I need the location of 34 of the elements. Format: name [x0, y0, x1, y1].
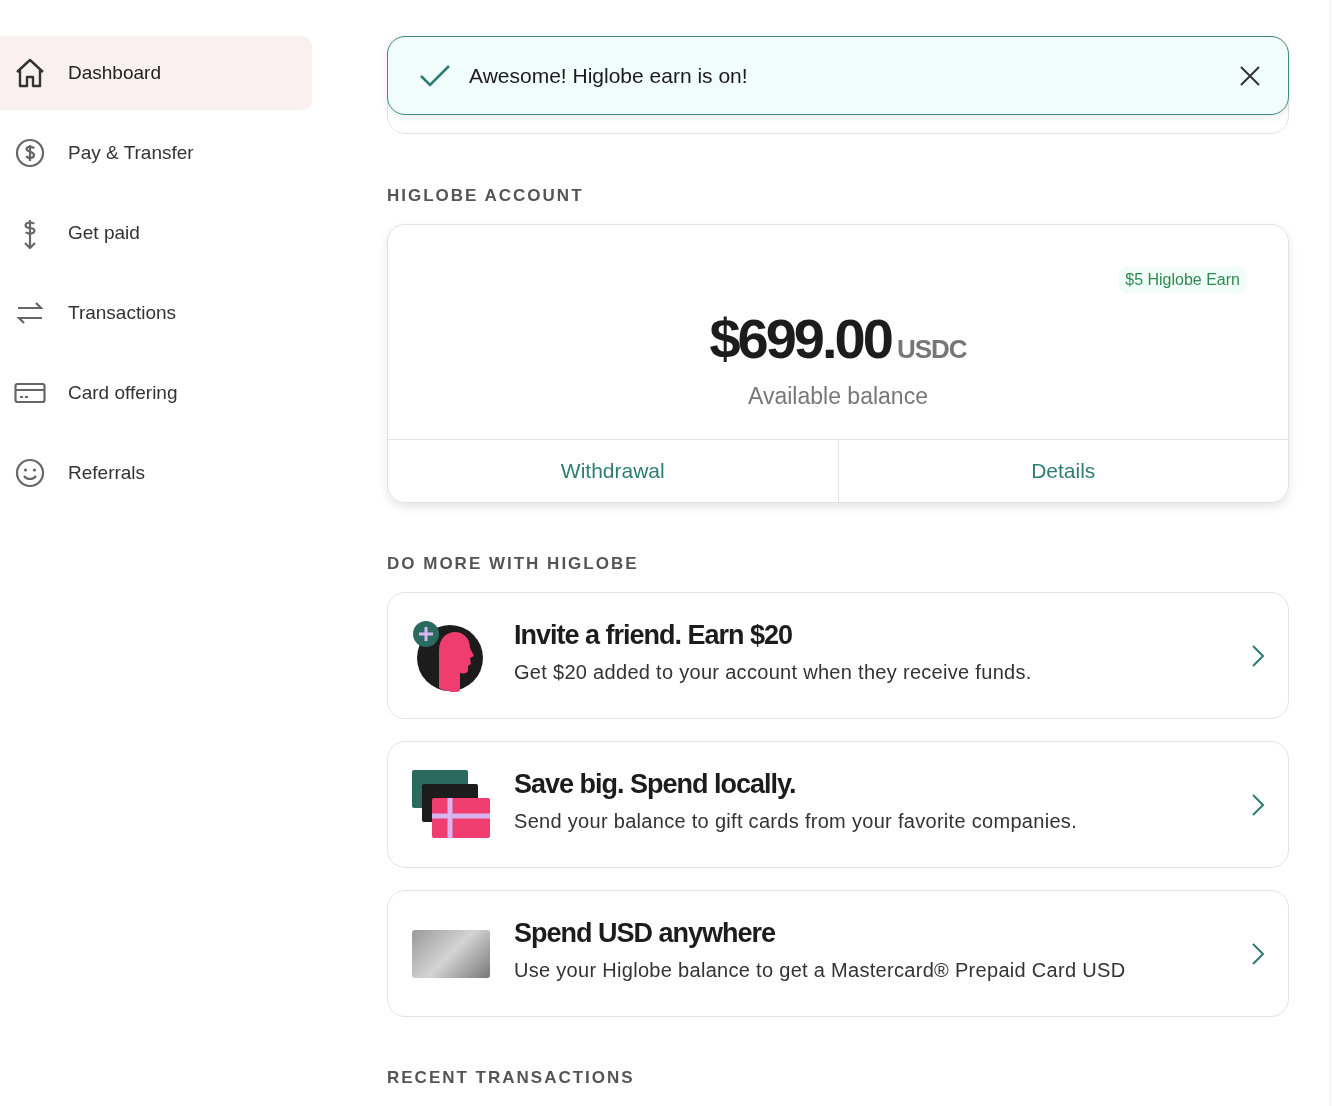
- account-action-button[interactable]: Withdrawal: [388, 440, 838, 502]
- section-heading: RECENT TRANSACTIONS: [387, 1068, 636, 1088]
- balance-caption: Available balance: [748, 383, 928, 410]
- dollar-circle-icon: [14, 137, 46, 169]
- earn-badge: $5 Higlobe Earn: [1119, 267, 1246, 293]
- home-icon: [14, 57, 46, 89]
- section-heading: DO MORE WITH HIGLOBE: [387, 554, 640, 574]
- offer-description: Use your Higlobe balance to get a Mastercard® Prepaid Card USD: [514, 958, 1127, 982]
- offer-description: Send your balance to gift cards from your favorite companies.: [514, 809, 1079, 833]
- offer-card[interactable]: Save big. Spend locally. Send your balance to gift cards from your favorite companies.: [387, 741, 1289, 868]
- offer-card[interactable]: Invite a friend. Earn $20 Get $20 added to your account when they receive funds.: [387, 592, 1289, 719]
- smiley-icon: [14, 457, 46, 489]
- offer-description: Get $20 added to your account when they receive funds.: [514, 660, 1033, 684]
- offer-title: Spend USD anywhere: [514, 917, 777, 949]
- sidebar-item[interactable]: Card offering: [0, 356, 312, 430]
- close-icon: [1238, 63, 1262, 88]
- chevron-right-icon: [1252, 793, 1264, 816]
- sidebar-item[interactable]: Referrals: [0, 436, 312, 510]
- offer-card[interactable]: Spend USD anywhere Use your Higlobe balance to get a Mastercard® Prepaid Card USD: [387, 890, 1289, 1017]
- sidebar-item[interactable]: Transactions: [0, 276, 312, 350]
- close-button[interactable]: [1238, 63, 1262, 88]
- checkmark-icon: [419, 63, 451, 88]
- sidebar-item[interactable]: Get paid: [0, 196, 312, 270]
- balance-amount: $699.00: [709, 309, 891, 369]
- chevron-right-icon: [1252, 942, 1264, 965]
- sidebar-item[interactable]: Dashboard: [0, 36, 312, 110]
- toast-message: Awesome! Higlobe earn is on!: [469, 63, 749, 88]
- offer-title: Save big. Spend locally.: [514, 768, 797, 800]
- chevron-right-icon: [1252, 644, 1264, 667]
- section-heading: HIGLOBE ACCOUNT: [387, 186, 585, 206]
- account-action-button[interactable]: Details: [837, 440, 1288, 502]
- offer-title: Invite a friend. Earn $20: [514, 619, 794, 651]
- sidebar-item[interactable]: Pay & Transfer: [0, 116, 312, 190]
- currency-label: USDC: [896, 334, 967, 365]
